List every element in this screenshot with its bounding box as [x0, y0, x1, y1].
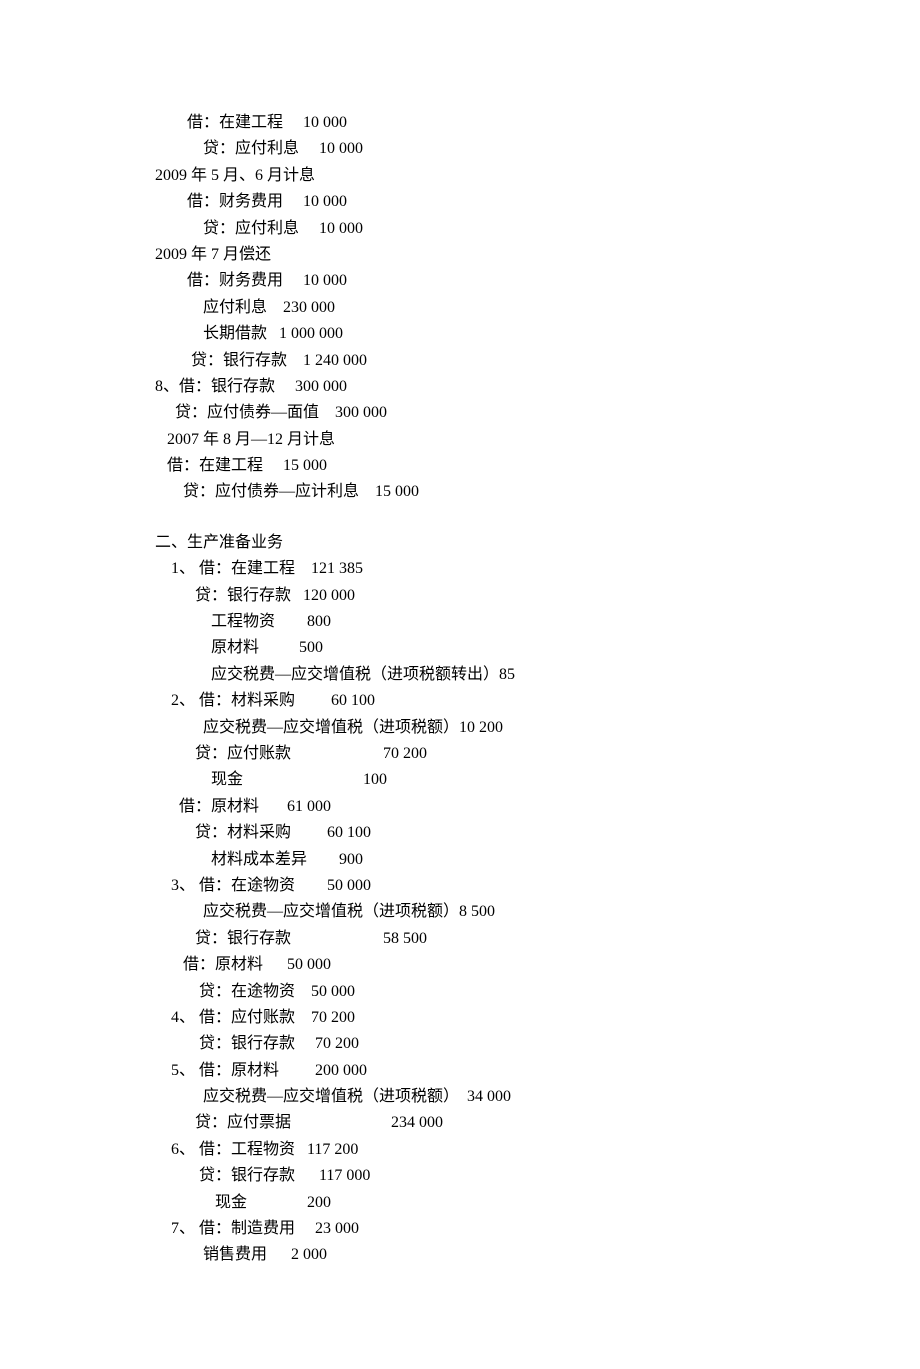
journal-line: 2007 年 8 月—12 月计息 — [155, 427, 765, 453]
journal-line: 贷：银行存款 58 500 — [155, 926, 765, 952]
journal-line: 销售费用 2 000 — [155, 1242, 765, 1268]
journal-line: 3、 借：在途物资 50 000 — [155, 873, 765, 899]
journal-line: 应交税费—应交增值税（进项税额转出）85 — [155, 662, 765, 688]
journal-line: 借：原材料 50 000 — [155, 952, 765, 978]
journal-line: 应交税费—应交增值税（进项税额） 34 000 — [155, 1084, 765, 1110]
journal-line: 贷：银行存款 120 000 — [155, 583, 765, 609]
journal-line: 贷：银行存款 1 240 000 — [155, 348, 765, 374]
journal-line: 贷：应付债券—面值 300 000 — [155, 400, 765, 426]
journal-line: 材料成本差异 900 — [155, 847, 765, 873]
journal-line: 借：在建工程 10 000 — [155, 110, 765, 136]
journal-line: 贷：应付利息 10 000 — [155, 216, 765, 242]
journal-line: 6、 借：工程物资 117 200 — [155, 1137, 765, 1163]
journal-line: 贷：应付利息 10 000 — [155, 136, 765, 162]
journal-line: 贷：材料采购 60 100 — [155, 820, 765, 846]
journal-line: 1、 借：在建工程 121 385 — [155, 556, 765, 582]
journal-line: 贷：在途物资 50 000 — [155, 979, 765, 1005]
journal-line: 应交税费—应交增值税（进项税额）10 200 — [155, 715, 765, 741]
journal-line: 2009 年 7 月偿还 — [155, 242, 765, 268]
journal-line: 2009 年 5 月、6 月计息 — [155, 163, 765, 189]
journal-line: 长期借款 1 000 000 — [155, 321, 765, 347]
journal-line: 现金 200 — [155, 1190, 765, 1216]
journal-line: 贷：银行存款 117 000 — [155, 1163, 765, 1189]
section-heading: 二、生产准备业务 — [155, 530, 765, 556]
journal-line: 原材料 500 — [155, 635, 765, 661]
journal-line: 现金 100 — [155, 767, 765, 793]
journal-line: 借：原材料 61 000 — [155, 794, 765, 820]
journal-line: 贷：应付账款 70 200 — [155, 741, 765, 767]
journal-line: 贷：银行存款 70 200 — [155, 1031, 765, 1057]
journal-line: 借：财务费用 10 000 — [155, 189, 765, 215]
journal-line: 应付利息 230 000 — [155, 295, 765, 321]
journal-line: 工程物资 800 — [155, 609, 765, 635]
journal-line: 应交税费—应交增值税（进项税额）8 500 — [155, 899, 765, 925]
journal-line: 5、 借：原材料 200 000 — [155, 1058, 765, 1084]
journal-line: 贷：应付债券—应计利息 15 000 — [155, 479, 765, 505]
journal-line: 8、借：银行存款 300 000 — [155, 374, 765, 400]
journal-line: 贷：应付票据 234 000 — [155, 1110, 765, 1136]
journal-line: 7、 借：制造费用 23 000 — [155, 1216, 765, 1242]
journal-line: 借：财务费用 10 000 — [155, 268, 765, 294]
journal-line: 借：在建工程 15 000 — [155, 453, 765, 479]
journal-line: 4、 借：应付账款 70 200 — [155, 1005, 765, 1031]
journal-line: 2、 借：材料采购 60 100 — [155, 688, 765, 714]
